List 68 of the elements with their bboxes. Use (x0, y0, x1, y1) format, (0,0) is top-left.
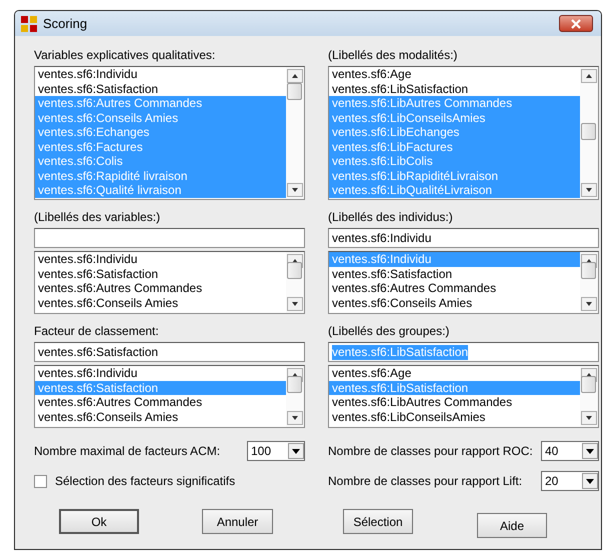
scroll-down-icon[interactable] (287, 297, 303, 311)
list-box[interactable]: ventes.sf6:Individu ventes.sf6:Satisfaction ventes.sf6:Autres Commandes ventes.sf6:Conseils Amies (328, 251, 599, 314)
input-field[interactable]: ventes.sf6:Satisfaction (34, 342, 305, 362)
input-field[interactable]: ventes.sf6:Individu (328, 228, 599, 248)
list-item[interactable]: ventes.sf6:Age (329, 67, 580, 82)
list-box[interactable] (34, 66, 305, 200)
list-item[interactable]: ventes.sf6:Autres Commandes (329, 281, 580, 296)
scrollbar[interactable] (286, 366, 304, 427)
list-item[interactable]: ventes.sf6:Individu (35, 67, 286, 82)
option-label: Nombre de classes pour rapport ROC: (328, 444, 534, 458)
close-icon[interactable] (571, 18, 581, 28)
scroll-thumb[interactable] (581, 376, 596, 393)
list-box[interactable]: ventes.sf6:Individu ventes.sf6:Satisfaction ventes.sf6:Autres Commandes ventes.sf6:Conseils Amies (34, 251, 305, 314)
dialog-button[interactable]: Annuler (202, 509, 273, 534)
scroll-down-icon[interactable] (287, 411, 303, 425)
list-item[interactable]: ventes.sf6:Satisfaction (35, 266, 286, 281)
scroll-down-icon[interactable] (581, 297, 597, 311)
scroll-thumb[interactable] (287, 262, 302, 279)
list-item[interactable]: ventes.sf6:Individu (35, 252, 286, 266)
scroll-thumb[interactable] (287, 376, 302, 393)
scroll-down-icon[interactable] (581, 183, 597, 197)
scroll-down-icon[interactable] (287, 183, 303, 197)
field-label: (Libellés des individus:) (328, 210, 454, 224)
scroll-up-icon[interactable] (287, 69, 303, 83)
scroll-up-icon[interactable] (581, 69, 597, 83)
dropdown[interactable]: 100 (247, 441, 305, 461)
list-item[interactable]: ventes.sf6:LibSatisfaction (329, 82, 580, 96)
list-item[interactable]: ventes.sf6:Satisfaction (35, 82, 286, 96)
dropdown[interactable]: 20 (541, 471, 599, 491)
list-box[interactable] (328, 66, 599, 200)
scrollbar[interactable] (286, 252, 304, 313)
scroll-thumb[interactable] (581, 123, 596, 140)
list-item[interactable]: ventes.sf6:LibConseilsAmies (329, 410, 580, 424)
input-field[interactable] (34, 228, 305, 248)
list-item[interactable]: ventes.sf6:Individu (35, 366, 286, 380)
checkbox[interactable] (34, 474, 47, 488)
scrollbar[interactable] (580, 366, 598, 427)
list-item[interactable]: ventes.sf6:Autres Commandes (35, 281, 286, 296)
scroll-down-icon[interactable] (581, 411, 597, 425)
list-item[interactable]: ventes.sf6:Conseils Amies (329, 296, 580, 310)
scroll-thumb[interactable] (287, 83, 302, 100)
option-label: Nombre maximal de facteurs ACM: (34, 444, 222, 458)
close-button[interactable] (559, 15, 593, 32)
scroll-thumb[interactable] (581, 262, 596, 279)
list-box[interactable]: ventes.sf6:Individu ventes.sf6:Satisfaction ventes.sf6:Autres Commandes ventes.sf6:Conseils Amies (34, 365, 305, 428)
option-label: Nombre de classes pour rapport Lift: (328, 474, 524, 488)
field-label: Facteur de classement: (34, 324, 160, 338)
list-item[interactable]: ventes.sf6:Conseils Amies (35, 410, 286, 424)
list-item[interactable]: ventes.sf6:Conseils Amies (35, 296, 286, 310)
dropdown[interactable]: 40 (541, 441, 599, 461)
scrollbar[interactable] (286, 67, 304, 199)
field-label: (Libellés des variables:) (34, 210, 162, 224)
list-box[interactable]: ventes.sf6:Age ventes.sf6:LibSatisfaction ventes.sf6:LibAutres Commandes ventes.sf6:LibConseilsAmies (328, 365, 599, 428)
scrollbar[interactable] (580, 252, 598, 313)
field-label: (Libellés des groupes:) (328, 324, 450, 338)
dialog-button[interactable]: Ok (59, 509, 139, 534)
checkbox-label[interactable]: Sélection des facteurs significatifs (55, 474, 236, 488)
list-item[interactable]: ventes.sf6:LibAutres Commandes (329, 395, 580, 410)
dialog-button[interactable]: Sélection (343, 509, 413, 534)
list-item[interactable]: ventes.sf6:Satisfaction (329, 266, 580, 281)
dialog-button[interactable]: Aide (477, 513, 547, 538)
field-label: (Libellés des modalités:) (328, 48, 458, 62)
window-title: Scoring (43, 16, 88, 31)
list-item[interactable]: ventes.sf6:Age (329, 366, 580, 380)
list-item[interactable]: ventes.sf6:Autres Commandes (35, 395, 286, 410)
app-icon (21, 16, 37, 32)
scrollbar[interactable] (580, 67, 598, 199)
field-label: Variables explicatives qualitatives: (34, 48, 216, 62)
